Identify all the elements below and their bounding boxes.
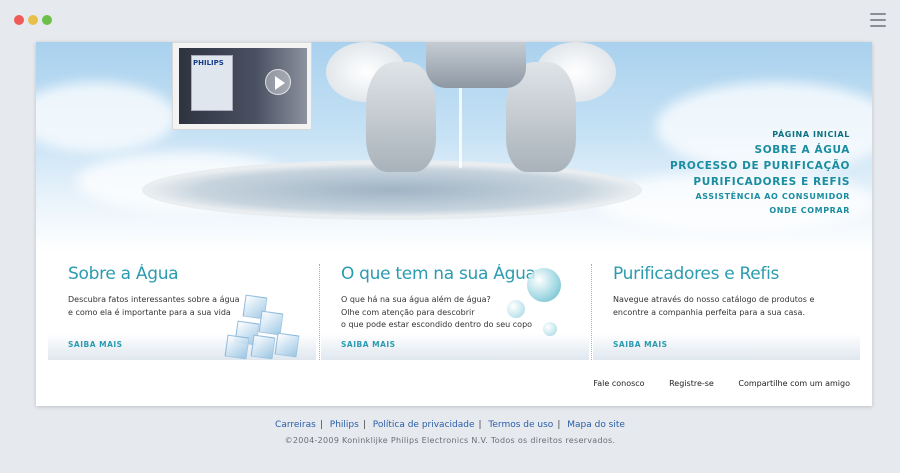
hamburger-menu-icon[interactable] bbox=[870, 13, 886, 27]
legal-links: Carreiras | Philips | Política de privacid… bbox=[275, 420, 625, 430]
privacy-policy-link[interactable]: Política de privacidade bbox=[373, 420, 475, 430]
nav-item-pagina-inicial[interactable]: PÁGINA INICIAL bbox=[670, 128, 850, 142]
nav-item-purificadores-e-refis[interactable]: PURIFICADORES E REFIS bbox=[670, 174, 850, 190]
nav-item-processo-de-purificacao[interactable]: PROCESSO DE PURIFICAÇÃO bbox=[670, 158, 850, 174]
panel-o-que-tem-na-sua-agua[interactable]: O que tem na sua Água O que há na sua ág… bbox=[321, 264, 589, 360]
video-thumbnail[interactable]: PHILIPS bbox=[172, 42, 312, 130]
panel-title: Sobre a Água bbox=[68, 264, 179, 284]
feature-panels: Sobre a Água Descubra fatos interessante… bbox=[48, 264, 860, 360]
angel-statue-left bbox=[366, 62, 436, 172]
water-stream bbox=[459, 88, 462, 168]
water-purifier-image bbox=[426, 42, 526, 88]
philips-logo: PHILIPS bbox=[193, 59, 224, 67]
panel-description: Descubra fatos interessantes sobre a águ… bbox=[68, 295, 240, 317]
nav-item-onde-comprar[interactable]: ONDE COMPRAR bbox=[670, 204, 850, 218]
saiba-mais-link[interactable]: SAIBA MAIS bbox=[68, 340, 123, 349]
minimize-window-icon[interactable] bbox=[28, 15, 38, 25]
panel-description: Navegue através do nosso catálogo de pro… bbox=[613, 295, 815, 317]
copyright: ©2004-2009 Koninklijke Philips Electroni… bbox=[284, 436, 616, 445]
registre-se-link[interactable]: Registre-se bbox=[669, 379, 714, 388]
panel-description: O que há na sua água além de água? Olhe … bbox=[341, 295, 533, 329]
page-container: PHILIPS PÁGINA INICIAL SOBRE A ÁGUA PROC… bbox=[36, 42, 872, 406]
panel-sobre-a-agua[interactable]: Sobre a Água Descubra fatos interessante… bbox=[48, 264, 316, 360]
saiba-mais-link[interactable]: SAIBA MAIS bbox=[613, 340, 668, 349]
saiba-mais-link[interactable]: SAIBA MAIS bbox=[341, 340, 396, 349]
carreiras-link[interactable]: Carreiras bbox=[275, 420, 316, 430]
terms-link[interactable]: Termos de uso bbox=[488, 420, 553, 430]
microbe-bubble-image bbox=[527, 268, 561, 302]
main-nav: PÁGINA INICIAL SOBRE A ÁGUA PROCESSO DE … bbox=[670, 128, 850, 218]
close-window-icon[interactable] bbox=[14, 15, 24, 25]
panel-title: Purificadores e Refis bbox=[613, 264, 780, 284]
compartilhe-link[interactable]: Compartilhe com um amigo bbox=[738, 379, 850, 388]
nav-item-sobre-a-agua[interactable]: SOBRE A ÁGUA bbox=[670, 142, 850, 158]
maximize-window-icon[interactable] bbox=[42, 15, 52, 25]
fale-conosco-link[interactable]: Fale conosco bbox=[593, 379, 644, 388]
sitemap-link[interactable]: Mapa do site bbox=[567, 420, 625, 430]
hero-banner: PHILIPS PÁGINA INICIAL SOBRE A ÁGUA PROC… bbox=[36, 42, 872, 252]
panel-purificadores-e-refis[interactable]: Purificadores e Refis Navegue através do… bbox=[593, 264, 860, 360]
browser-chrome bbox=[0, 0, 900, 42]
nav-item-assistencia-ao-consumidor[interactable]: ASSISTÊNCIA AO CONSUMIDOR bbox=[670, 190, 850, 204]
play-icon[interactable] bbox=[265, 69, 291, 95]
panel-divider bbox=[319, 264, 320, 360]
panel-title: O que tem na sua Água bbox=[341, 264, 536, 284]
philips-link[interactable]: Philips bbox=[330, 420, 359, 430]
panel-divider bbox=[591, 264, 592, 360]
utility-links: Fale conosco Registre-se Compartilhe com… bbox=[571, 379, 850, 388]
